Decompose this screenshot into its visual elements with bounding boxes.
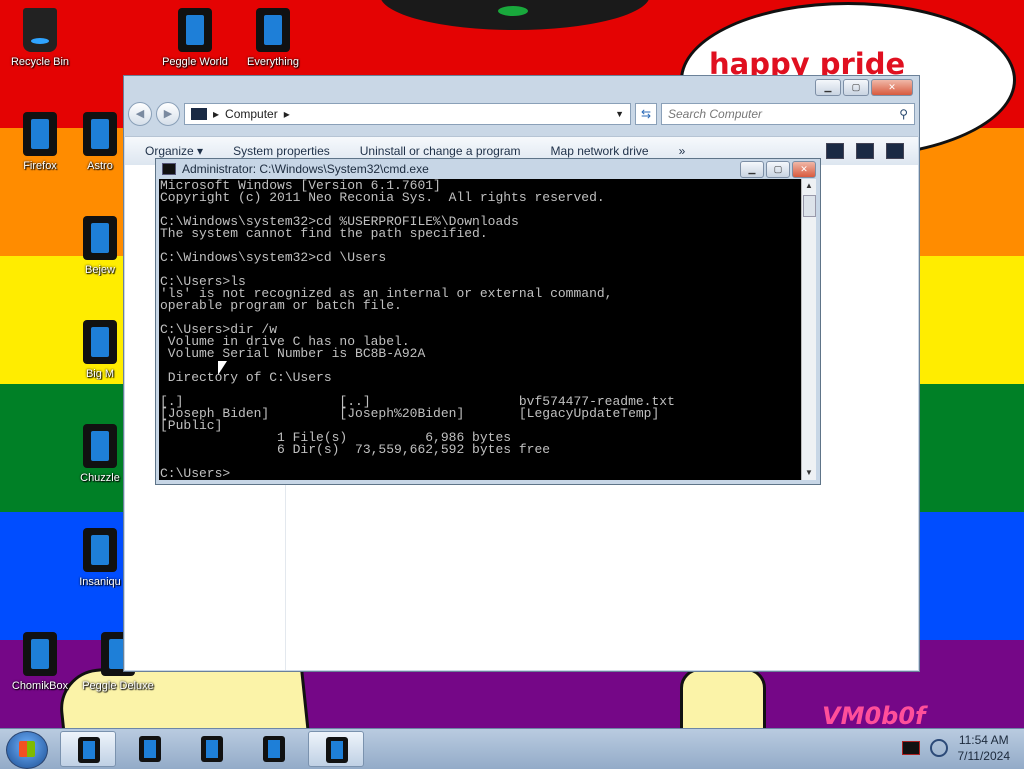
cmd-close-button[interactable]: ✕ [792, 161, 816, 178]
windows-logo-icon [19, 741, 35, 757]
app-icon-graphic [23, 632, 57, 676]
console-output[interactable]: Microsoft Windows [Version 6.1.7601] Cop… [159, 179, 802, 480]
taskbar-app-button[interactable] [308, 731, 364, 767]
clock[interactable]: 11:54 AM 7/11/2024 [958, 732, 1011, 764]
recycle-bin-icon[interactable]: Recycle Bin [0, 8, 80, 68]
cmd-caption-buttons: ▁ ▢ ✕ [740, 161, 816, 178]
breadcrumb-separator-icon: ▸ [283, 107, 290, 121]
desktop-icon-label: Insaniqu [79, 576, 121, 588]
help-icon[interactable] [886, 143, 904, 159]
app-icon [326, 737, 348, 763]
app-icon-graphic [83, 528, 117, 572]
recycle-bin-graphic [23, 8, 57, 52]
app-icon-graphic [83, 424, 117, 468]
chuzzle-icon[interactable]: Chuzzle [78, 424, 122, 484]
uninstall-program-button[interactable]: Uninstall or change a program [360, 144, 521, 158]
forward-arrow-icon[interactable]: ▶ [156, 102, 180, 126]
map-network-drive-button[interactable]: Map network drive [551, 144, 649, 158]
clock-time: 11:54 AM [958, 733, 1009, 747]
back-arrow-icon[interactable]: ◀ [128, 102, 152, 126]
taskbar-app-button[interactable] [60, 731, 116, 767]
cmd-minimize-button[interactable]: ▁ [740, 161, 764, 178]
system-properties-button[interactable]: System properties [233, 144, 330, 158]
taskbar-app-button[interactable] [246, 731, 302, 767]
big-money-icon[interactable]: Big M [78, 320, 122, 380]
desktop-icon-label: Big M [85, 368, 115, 380]
system-tray: 11:54 AM 7/11/2024 [901, 732, 1011, 764]
address-text: Computer [225, 107, 278, 121]
desktop-icon-label: Chuzzle [80, 472, 120, 484]
console-icon [162, 163, 176, 175]
desktop-icon-label: ChomikBox [11, 680, 69, 692]
scroll-down-icon[interactable]: ▼ [802, 466, 816, 480]
taskbar-app-button[interactable] [184, 731, 240, 767]
chevron-down-icon[interactable]: ▼ [615, 109, 624, 119]
app-icon-graphic [83, 320, 117, 364]
desktop-icon-label: Everything [247, 56, 299, 68]
desktop-icon-label: Astro [87, 160, 113, 172]
app-icon-graphic [178, 8, 212, 52]
app-icon-graphic [83, 112, 117, 156]
app-icon [263, 736, 285, 762]
bejeweled-icon[interactable]: Bejew [78, 216, 122, 276]
cmd-maximize-button[interactable]: ▢ [766, 161, 790, 178]
chomikbox-icon[interactable]: ChomikBox [0, 632, 80, 692]
desktop-icon-label: Peggle Deluxe [82, 680, 154, 692]
close-button[interactable]: ✕ [871, 79, 913, 96]
scroll-up-icon[interactable]: ▲ [802, 179, 816, 193]
cmd-window: Administrator: C:\Windows\System32\cmd.e… [155, 158, 821, 485]
refresh-icon[interactable]: ⇆ [635, 103, 657, 125]
vertical-scrollbar[interactable]: ▲ ▼ [801, 179, 816, 480]
tray-app-icon[interactable] [901, 741, 920, 755]
computer-icon [191, 108, 207, 120]
cmd-title: Administrator: C:\Windows\System32\cmd.e… [182, 162, 429, 176]
clock-date: 7/11/2024 [957, 749, 1011, 763]
taskbar-app-button[interactable] [122, 731, 178, 767]
breadcrumb-separator-icon: ▸ [213, 107, 220, 121]
app-icon-graphic [23, 112, 57, 156]
peggle-world-icon[interactable]: Peggle World [155, 8, 235, 68]
navigation-bar: ◀ ▶ ▸ Computer ▸ ▼ ⇆ Search Computer ⚲ [128, 100, 915, 128]
cmd-titlebar[interactable]: Administrator: C:\Windows\System32\cmd.e… [156, 159, 820, 179]
minimize-button[interactable]: ▁ [815, 79, 841, 96]
explorer-caption-buttons: ▁ ▢ ✕ [815, 79, 913, 96]
network-icon[interactable] [929, 739, 948, 757]
app-icon [78, 737, 100, 763]
maximize-button[interactable]: ▢ [843, 79, 869, 96]
app-icon-graphic [83, 216, 117, 260]
desktop-icon-label: Firefox [23, 160, 57, 172]
search-input[interactable]: Search Computer ⚲ [661, 103, 915, 125]
everything-icon[interactable]: Everything [233, 8, 313, 68]
desktop-icon-label: Bejew [85, 264, 115, 276]
more-commands-button[interactable]: » [679, 144, 686, 158]
view-tools [826, 143, 918, 159]
scroll-thumb[interactable] [803, 195, 816, 217]
desktop-icon-label: Peggle World [162, 56, 228, 68]
taskbar: 11:54 AM 7/11/2024 [0, 728, 1024, 769]
console-text: Microsoft Windows [Version 6.1.7601] Cop… [160, 178, 675, 481]
view-options-icon[interactable] [826, 143, 844, 159]
astro-icon[interactable]: Astro [78, 112, 122, 172]
preview-pane-icon[interactable] [856, 143, 874, 159]
insaniquarium-icon[interactable]: Insaniqu [78, 528, 122, 588]
app-icon-graphic [256, 8, 290, 52]
explorer-titlebar[interactable] [124, 76, 919, 100]
mouse-cursor-icon [218, 361, 227, 375]
search-icon: ⚲ [899, 107, 908, 121]
address-bar[interactable]: ▸ Computer ▸ ▼ [184, 103, 631, 125]
search-placeholder: Search Computer [668, 107, 763, 121]
organize-button[interactable]: Organize ▾ [145, 144, 203, 158]
watermark: VM0b0f [822, 702, 926, 730]
desktop-icon-label: Recycle Bin [10, 56, 70, 68]
cartoon-eye [498, 6, 528, 16]
firefox-icon[interactable]: Firefox [0, 112, 80, 172]
app-icon [139, 736, 161, 762]
app-icon [201, 736, 223, 762]
start-button[interactable] [6, 731, 48, 769]
